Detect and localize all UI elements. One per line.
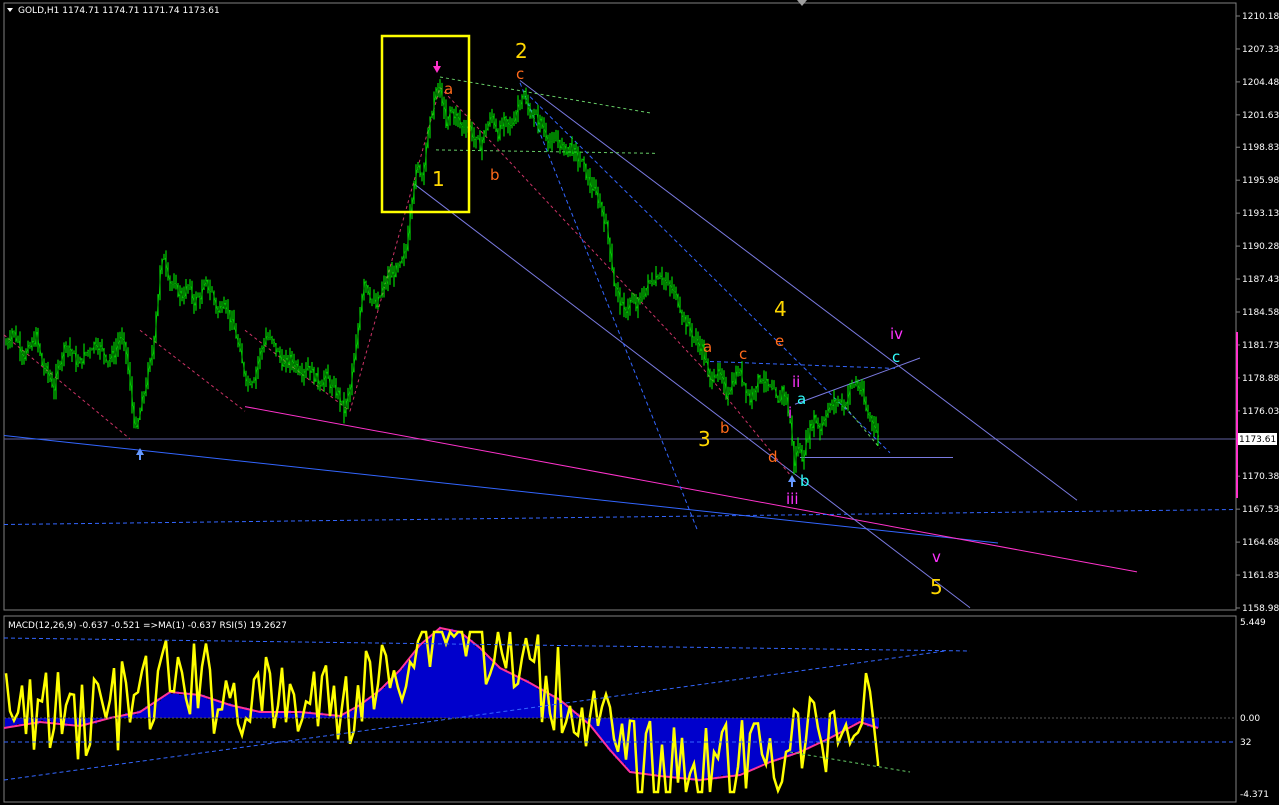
axis-tick-label: 1207.33	[1242, 45, 1279, 55]
axis-tick-label: 1164.68	[1242, 538, 1279, 548]
wave-label-e: e	[775, 332, 784, 350]
axis-tick-label: 1201.63	[1242, 111, 1279, 121]
candle-body	[839, 399, 841, 401]
candle-body	[693, 336, 695, 339]
candle-body	[227, 308, 229, 311]
candle-body	[197, 295, 199, 298]
axis-tick-label: 1170.38	[1242, 472, 1279, 482]
wave-label-1: 1	[432, 167, 445, 191]
axis-tick-label: 1176.03	[1242, 407, 1279, 417]
current-price-label: 1173.61	[1239, 435, 1276, 445]
wave-label-a: a	[703, 338, 712, 356]
axis-tick-label: 1161.83	[1242, 571, 1279, 581]
axis-tick-label: 1158.98	[1242, 604, 1279, 614]
axis-tick-label: 1167.53	[1242, 505, 1279, 515]
wave-label-d: d	[768, 448, 778, 466]
candle-body	[67, 345, 69, 348]
candle-body	[519, 103, 521, 106]
candle-body	[667, 282, 669, 284]
axis-tick-label: 1178.88	[1242, 374, 1279, 384]
wave-label-4: 4	[774, 297, 787, 321]
indicator-axis-label: 32	[1240, 738, 1251, 748]
wave-label-5: 5	[930, 575, 943, 599]
wave-label-b: b	[720, 419, 730, 437]
candle-body	[73, 352, 75, 355]
wave-label-a: a	[797, 390, 806, 408]
wave-label-3: 3	[698, 427, 711, 451]
indicator-axis-label: 0.00	[1240, 714, 1260, 724]
wave-label-b: b	[800, 472, 810, 490]
wave-label-2: 2	[515, 39, 528, 63]
axis-tick-label: 1195.98	[1242, 176, 1279, 186]
price-axis: 1210.18 1207.33 1204.48 1201.63 1198.83 1195.…	[1236, 12, 1279, 614]
wave-label-v: v	[932, 548, 941, 566]
indicator-header: MACD(12,26,9) -0.637 -0.521 =>MA(1) -0.6…	[8, 621, 287, 631]
wave-label-b: b	[490, 166, 500, 184]
wave-label-c: c	[892, 348, 900, 366]
indicator-axis-label: -4.371	[1240, 790, 1269, 800]
candle-body	[247, 380, 249, 383]
indicator-axis-label: 5.449	[1240, 618, 1266, 628]
wave-label-c: c	[516, 65, 524, 83]
candle-body	[649, 280, 651, 282]
axis-tick-label: 1210.18	[1242, 12, 1279, 22]
candle-body	[769, 385, 771, 388]
wave-label-iii: iii	[786, 490, 799, 508]
candle-body	[747, 392, 749, 395]
candle-body	[633, 301, 635, 303]
wave-label-ii: ii	[792, 373, 800, 391]
wave-label-a: a	[444, 80, 453, 98]
wave-label-iv: iv	[890, 325, 903, 343]
axis-tick-label: 1198.83	[1242, 143, 1279, 153]
wave-label-i: i	[788, 404, 792, 422]
axis-tick-label: 1204.48	[1242, 78, 1279, 88]
candle-body	[385, 282, 387, 285]
axis-tick-label: 1190.28	[1242, 242, 1279, 252]
candle-body	[85, 351, 87, 354]
chart-header: GOLD,H1 1174.71 1174.71 1171.74 1173.61	[18, 6, 220, 16]
axis-tick-label: 1184.58	[1242, 308, 1279, 318]
axis-tick-label: 1181.73	[1242, 341, 1279, 351]
axis-tick-label: 1187.43	[1242, 275, 1279, 285]
candle-body	[695, 337, 697, 340]
axis-tick-label: 1193.13	[1242, 209, 1279, 219]
trading-chart[interactable]: GOLD,H1 1174.71 1174.71 1171.74 1173.61 …	[0, 0, 1279, 805]
candle-body	[277, 350, 279, 353]
wave-label-c: c	[739, 345, 747, 363]
candle-body	[553, 139, 555, 142]
